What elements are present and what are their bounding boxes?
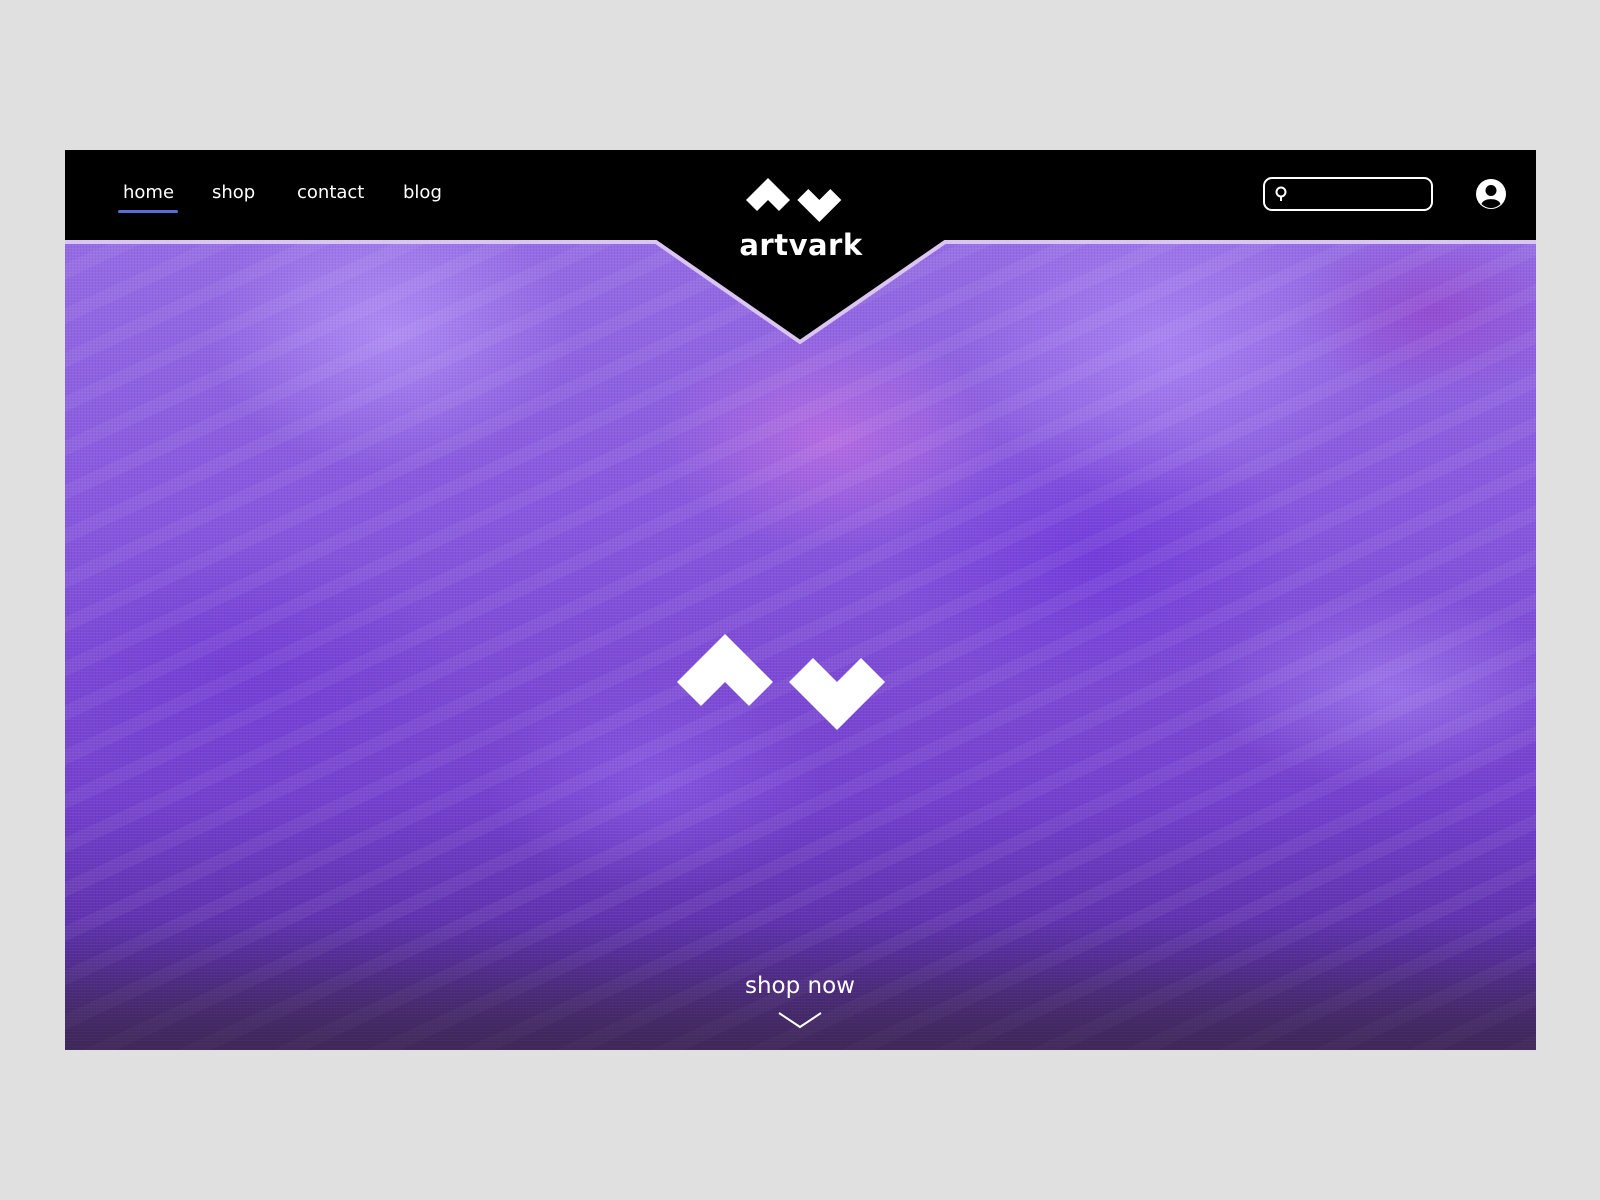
nav-link-shop[interactable]: shop [212, 182, 255, 203]
artvark-logo-icon[interactable] [745, 178, 857, 222]
search-icon [1275, 186, 1287, 201]
brand-name[interactable]: artvark [701, 228, 901, 262]
browser-viewport: home shop contact blog artvark shop now [65, 150, 1536, 1050]
user-account-icon[interactable] [1475, 178, 1507, 210]
shop-now-link[interactable]: shop now [700, 973, 900, 999]
nav-active-indicator [118, 210, 178, 213]
search-box[interactable] [1263, 177, 1433, 211]
search-input[interactable] [1295, 183, 1429, 207]
nav-link-home[interactable]: home [123, 182, 174, 203]
chevron-down-icon[interactable] [777, 1010, 823, 1030]
nav-link-contact[interactable]: contact [297, 182, 364, 203]
nav-link-blog[interactable]: blog [403, 182, 442, 203]
hero-logo-icon [677, 634, 885, 730]
